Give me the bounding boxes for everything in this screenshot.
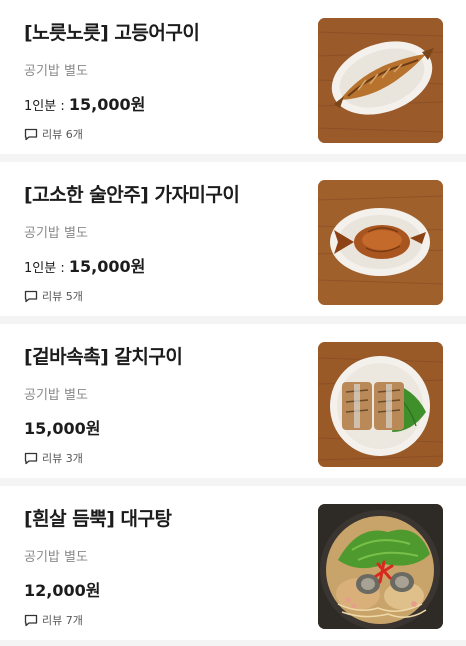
menu-item[interactable]: [겉바속촉] 갈치구이 공기밥 별도 15,000원 리뷰 3개 (0, 324, 466, 486)
menu-item-title: [흰살 듬뿍] 대구탕 (24, 508, 172, 530)
review-count: 리뷰 6개 (42, 128, 83, 141)
menu-item-price: 15,000원 (24, 415, 100, 439)
menu-item-price: 12,000원 (24, 577, 100, 601)
menu-item[interactable]: [고소한 술안주] 가자미구이 공기밥 별도 1인분 : 15,000원 리뷰 … (0, 162, 466, 324)
review-count: 리뷰 5개 (42, 290, 83, 303)
menu-item-price: 1인분 : 15,000원 (24, 253, 145, 277)
menu-item-subtitle: 공기밥 별도 (24, 388, 88, 403)
menu-item-subtitle: 공기밥 별도 (24, 550, 88, 565)
price-prefix: 1인분 : (24, 261, 69, 276)
menu-item-subtitle: 공기밥 별도 (24, 64, 88, 79)
menu-item-review: 리뷰 6개 (24, 126, 83, 142)
review-count: 리뷰 3개 (42, 452, 83, 465)
price-value: 15,000원 (68, 95, 146, 114)
menu-item[interactable]: [흰살 듬뿍] 대구탕 공기밥 별도 12,000원 리뷰 7개 (0, 486, 466, 646)
menu-item-review: 리뷰 3개 (24, 450, 83, 466)
price-value: 15,000원 (24, 419, 101, 438)
menu-item-review: 리뷰 7개 (24, 612, 83, 628)
grilled-hairtail-photo (318, 342, 443, 467)
cod-stew-photo (318, 504, 443, 629)
menu-item-review: 리뷰 5개 (24, 288, 83, 304)
speech-bubble-icon (24, 614, 38, 626)
grilled-mackerel-photo (318, 18, 443, 143)
speech-bubble-icon (24, 290, 38, 302)
speech-bubble-icon (24, 452, 38, 464)
menu-item-title: [고소한 술안주] 가자미구이 (24, 184, 240, 206)
price-prefix: 1인분 : (24, 99, 69, 114)
menu-item-subtitle: 공기밥 별도 (24, 226, 88, 241)
menu-item-title: [겉바속촉] 갈치구이 (24, 346, 183, 368)
menu-item-price: 1인분 : 15,000원 (24, 91, 145, 115)
speech-bubble-icon (24, 128, 38, 140)
grilled-flounder-photo (318, 180, 443, 305)
menu-list: [노릇노릇] 고등어구이 공기밥 별도 1인분 : 15,000원 리뷰 6개 (0, 0, 466, 646)
price-value: 15,000원 (68, 257, 146, 276)
menu-item[interactable]: [노릇노릇] 고등어구이 공기밥 별도 1인분 : 15,000원 리뷰 6개 (0, 0, 466, 162)
menu-item-title: [노릇노릇] 고등어구이 (24, 22, 200, 44)
price-value: 12,000원 (24, 581, 101, 600)
review-count: 리뷰 7개 (42, 614, 83, 627)
